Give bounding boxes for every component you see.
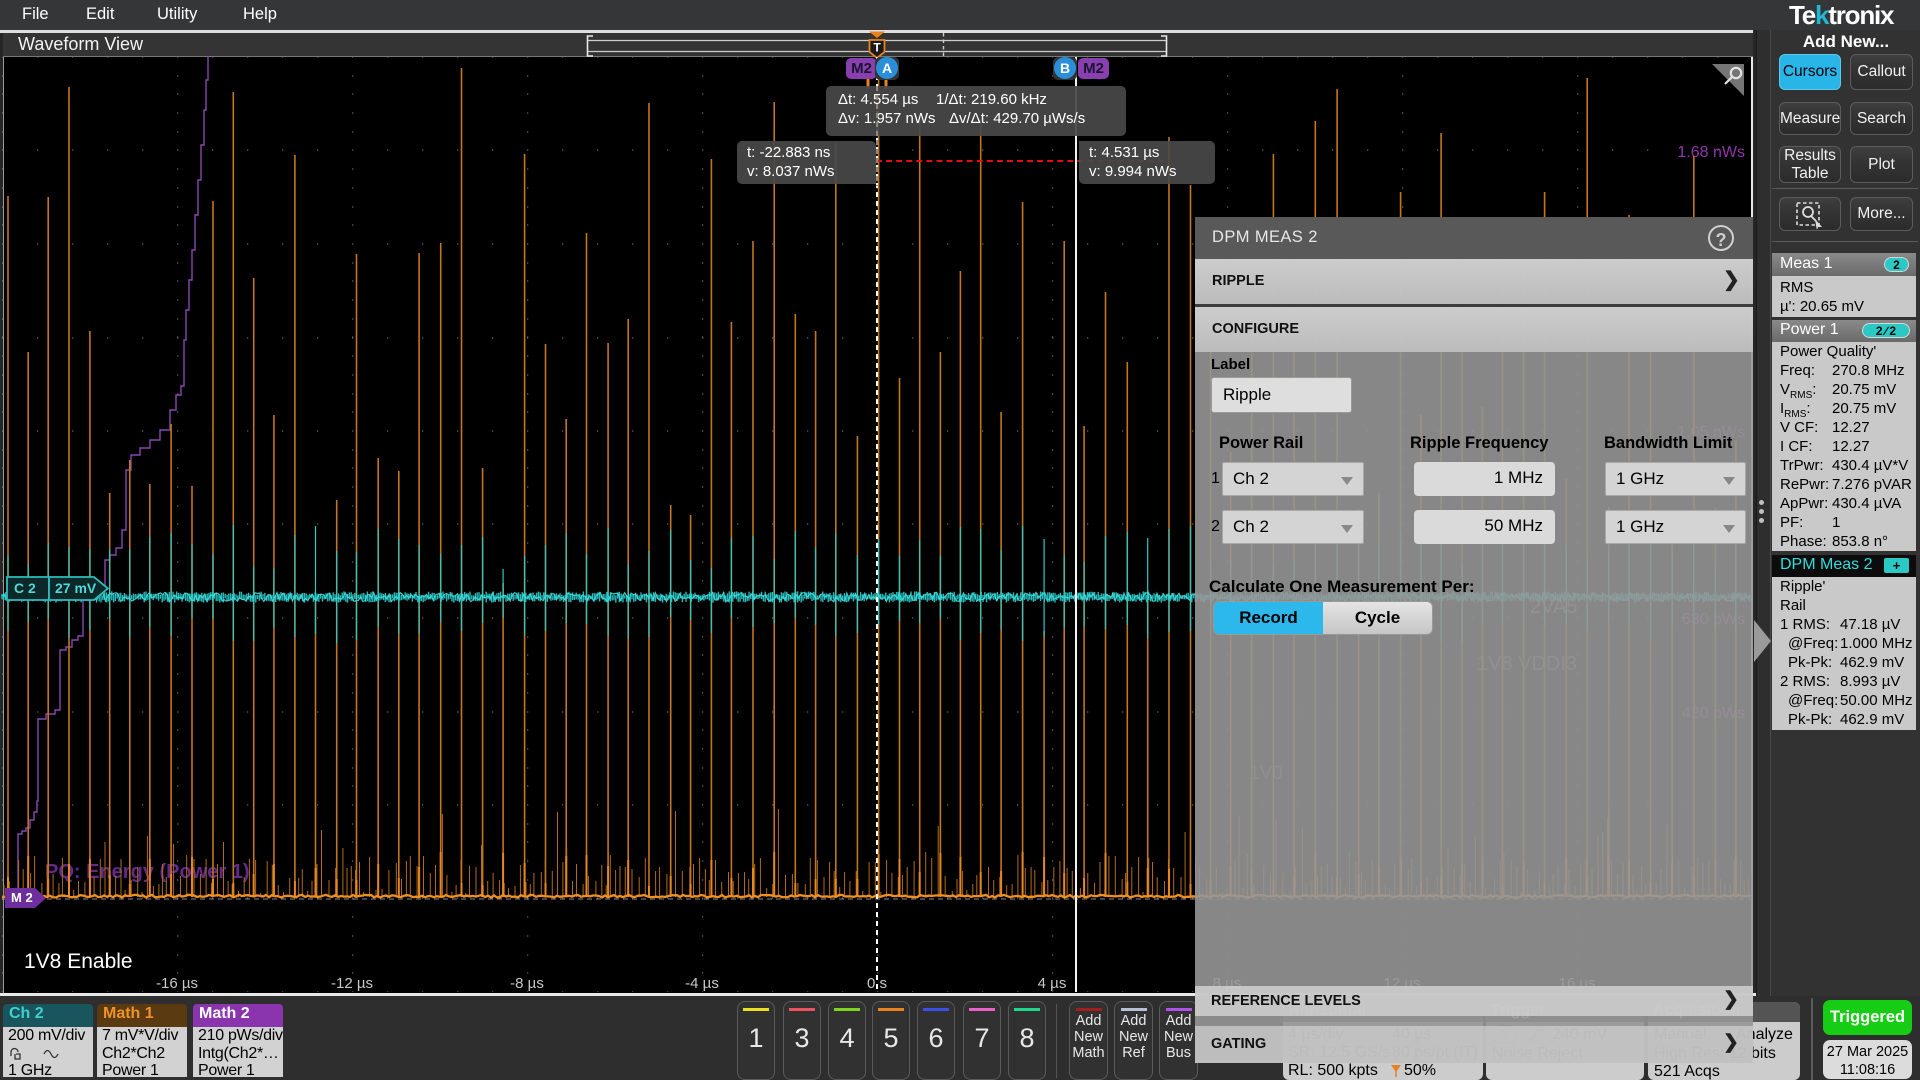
svg-text:1.68 nWs: 1.68 nWs	[1677, 144, 1745, 161]
svg-text:T: T	[873, 41, 881, 55]
